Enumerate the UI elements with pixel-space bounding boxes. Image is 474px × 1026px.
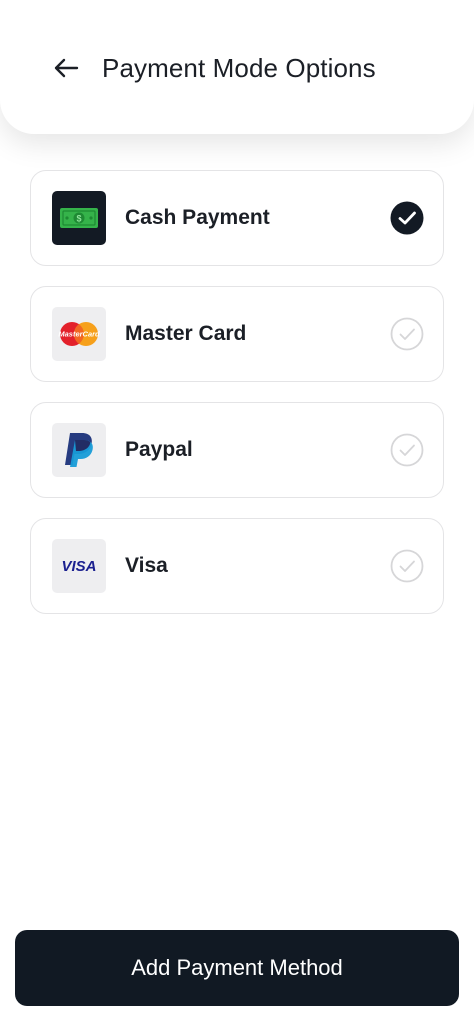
payment-option-mastercard[interactable]: MasterCard Master Card [30, 286, 444, 382]
header: Payment Mode Options [0, 0, 474, 134]
option-label: Master Card [125, 322, 247, 345]
option-label: Paypal [125, 438, 193, 461]
page-title: Payment Mode Options [102, 53, 376, 83]
check-circle-outline-icon [390, 549, 424, 583]
paypal-icon [52, 423, 106, 477]
add-payment-method-button[interactable]: Add Payment Method [15, 930, 459, 1006]
svg-text:$: $ [76, 214, 81, 224]
back-button[interactable] [46, 48, 86, 88]
arrow-left-icon [54, 58, 79, 78]
cash-icon: $ [52, 191, 106, 245]
payment-mode-screen: Payment Mode Options $ Cash Payment Mast… [0, 0, 474, 1026]
visa-icon: VISA [52, 539, 106, 593]
payment-option-cash[interactable]: $ Cash Payment [30, 170, 444, 266]
svg-text:VISA: VISA [61, 558, 96, 575]
option-label: Visa [125, 554, 168, 577]
svg-text:MasterCard: MasterCard [58, 330, 100, 339]
mastercard-icon: MasterCard [52, 307, 106, 361]
check-circle-outline-icon [390, 433, 424, 467]
check-circle-outline-icon [390, 317, 424, 351]
payment-option-visa[interactable]: VISA Visa [30, 518, 444, 614]
check-circle-filled-icon [390, 201, 424, 235]
payment-option-paypal[interactable]: Paypal [30, 402, 444, 498]
option-label: Cash Payment [125, 206, 270, 229]
